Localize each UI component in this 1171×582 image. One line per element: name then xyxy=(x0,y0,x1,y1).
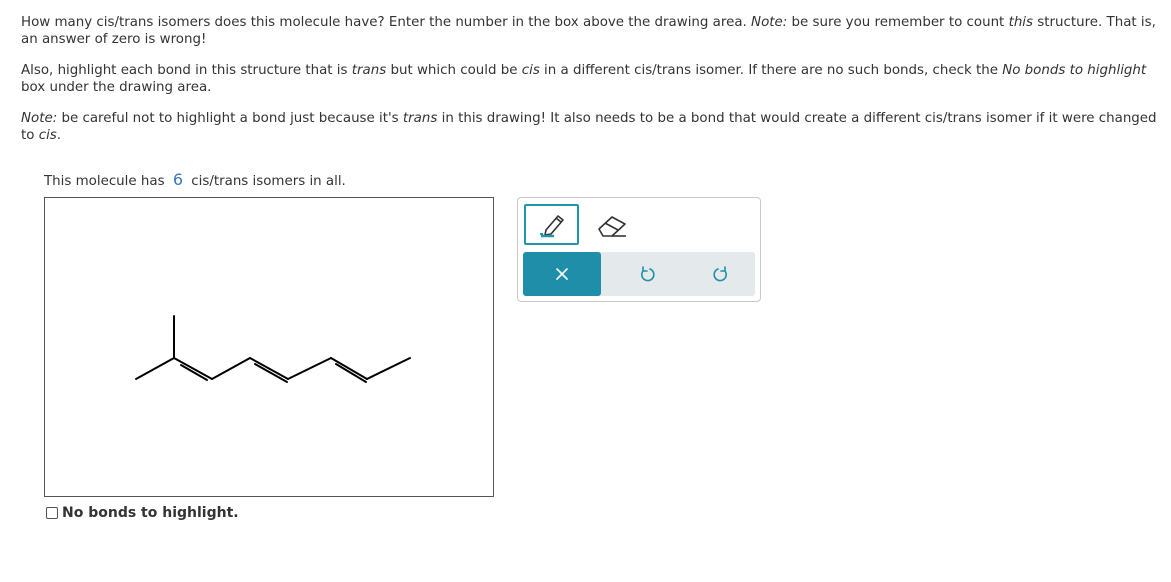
pencil-tool-button[interactable] xyxy=(524,204,579,245)
p2-segment: Also, highlight each bond in this struct… xyxy=(21,63,352,78)
p2-segment: in a different cis/trans isomer. If ther… xyxy=(539,63,1003,78)
bond-double-1[interactable] xyxy=(173,357,213,380)
no-bonds-checkbox[interactable] xyxy=(46,507,58,519)
eraser-icon xyxy=(598,216,626,237)
pencil-icon xyxy=(539,214,564,237)
p2-segment: cis xyxy=(521,63,540,78)
bond-double-3[interactable] xyxy=(330,357,368,380)
redo-icon xyxy=(713,266,727,282)
clear-icon xyxy=(556,268,568,280)
clear-button[interactable] xyxy=(523,252,601,296)
question-paragraph-2: Also, highlight each bond in this struct… xyxy=(21,62,1166,96)
question-paragraph-3: Note: be careful not to highlight a bond… xyxy=(21,110,1166,144)
p3-segment: . xyxy=(56,128,62,143)
drawing-palette xyxy=(517,197,761,302)
no-bonds-label[interactable]: No bonds to highlight. xyxy=(62,505,239,521)
drawing-area[interactable] xyxy=(44,197,494,497)
isomer-count-input[interactable]: 6 xyxy=(173,170,183,189)
p2-segment: No bonds to highlight xyxy=(1002,63,1147,78)
undo-button[interactable] xyxy=(627,252,667,296)
bond-single-1[interactable] xyxy=(211,357,251,380)
p1-segment: this xyxy=(1008,15,1033,30)
eraser-tool-button[interactable] xyxy=(588,206,636,244)
answer-line: This molecule has 6 cis/trans isomers in… xyxy=(44,170,346,192)
bond-double-1-inner xyxy=(180,364,208,381)
bond-double-2[interactable] xyxy=(249,357,289,380)
no-bonds-option[interactable]: No bonds to highlight. xyxy=(46,505,239,521)
p1-segment: How many cis/trans isomers does this mol… xyxy=(21,15,752,30)
redo-button[interactable] xyxy=(701,252,741,296)
question-paragraph-1: How many cis/trans isomers does this mol… xyxy=(21,14,1166,48)
p1-segment: be sure you remember to count xyxy=(787,15,1009,30)
bond-single-2[interactable] xyxy=(287,357,332,380)
p1-segment: Note: xyxy=(751,15,788,30)
p3-segment: be careful not to highlight a bond just … xyxy=(57,111,403,126)
answer-suffix: cis/trans isomers in all. xyxy=(191,174,346,189)
bond-methyl-left[interactable] xyxy=(135,357,175,380)
bond-double-3-inner xyxy=(335,363,367,383)
p2-segment: trans xyxy=(351,63,387,78)
p3-segment: Note: xyxy=(21,111,58,126)
answer-prefix: This molecule has xyxy=(44,174,165,189)
p2-segment: box under the drawing area. xyxy=(21,80,212,95)
undo-icon xyxy=(641,266,655,282)
bond-terminal[interactable] xyxy=(366,357,411,380)
p2-segment: but which could be xyxy=(386,63,522,78)
p3-segment: cis xyxy=(38,128,57,143)
molecule-structure[interactable] xyxy=(45,198,493,496)
bond-double-2-inner xyxy=(254,363,288,383)
p3-segment: trans xyxy=(402,111,438,126)
action-row xyxy=(523,252,755,296)
